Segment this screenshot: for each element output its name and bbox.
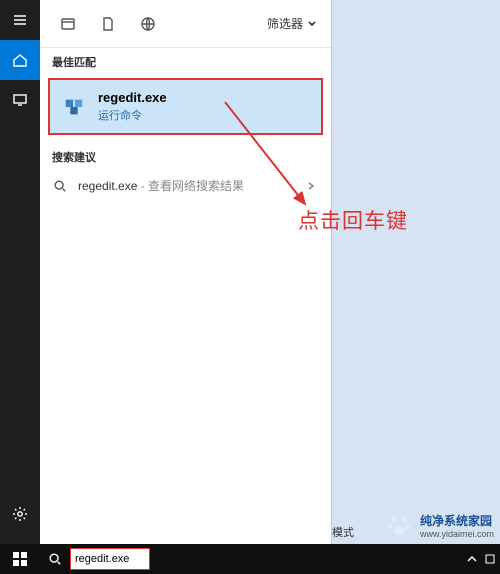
scope-documents-tab[interactable] <box>88 0 128 48</box>
tray-up-icon <box>466 553 478 565</box>
windows-icon <box>12 551 28 567</box>
search-panel-header: 筛选器 <box>40 0 331 48</box>
start-button[interactable] <box>0 544 40 574</box>
filter-dropdown[interactable]: 筛选器 <box>267 15 323 32</box>
suggestions-heading: 搜索建议 <box>40 143 331 169</box>
start-rail <box>0 0 40 574</box>
best-match-subtitle: 运行命令 <box>98 107 167 123</box>
rail-home-button[interactable] <box>0 40 40 80</box>
suggestion-query: regedit.exe <box>78 179 137 193</box>
suggestion-hint: - 查看网络搜索结果 <box>137 179 244 193</box>
desktop-mode-label: 模式 <box>332 524 354 540</box>
document-icon <box>100 16 116 32</box>
scope-apps-tab[interactable] <box>48 0 88 48</box>
hamburger-icon <box>12 12 28 28</box>
apps-icon <box>60 16 76 32</box>
scope-web-tab[interactable] <box>128 0 168 48</box>
taskbar-search-box[interactable] <box>70 548 150 570</box>
search-panel: 筛选器 最佳匹配 regedit.exe 运行命令 搜索建议 regedit.e… <box>40 0 332 544</box>
chevron-right-icon <box>303 178 319 194</box>
watermark-brand: 纯净系统家园 <box>420 514 492 528</box>
system-tray[interactable] <box>466 553 500 565</box>
best-match-heading: 最佳匹配 <box>40 48 331 74</box>
rail-settings-button[interactable] <box>0 494 40 534</box>
watermark: 纯净系统家园 www.yidaimei.com <box>384 510 494 540</box>
gear-icon <box>12 506 28 522</box>
search-icon <box>48 552 62 566</box>
taskbar-search-button[interactable] <box>40 544 70 574</box>
paw-icon <box>384 510 414 540</box>
best-match-result[interactable]: regedit.exe 运行命令 <box>48 78 323 135</box>
best-match-title: regedit.exe <box>98 90 167 105</box>
web-suggestion-row[interactable]: regedit.exe - 查看网络搜索结果 <box>40 169 331 202</box>
filter-label: 筛选器 <box>267 15 303 32</box>
rail-monitor-button[interactable] <box>0 80 40 120</box>
watermark-url: www.yidaimei.com <box>420 529 494 539</box>
taskbar <box>0 544 500 574</box>
tray-icon <box>484 553 496 565</box>
suggestion-text: regedit.exe - 查看网络搜索结果 <box>78 177 244 194</box>
home-icon <box>12 52 28 68</box>
globe-icon <box>140 16 156 32</box>
chevron-down-icon <box>307 19 317 29</box>
monitor-icon <box>12 92 28 108</box>
regedit-icon <box>62 95 86 119</box>
rail-menu-button[interactable] <box>0 0 40 40</box>
taskbar-search-input[interactable] <box>75 553 145 565</box>
search-icon <box>52 178 68 194</box>
